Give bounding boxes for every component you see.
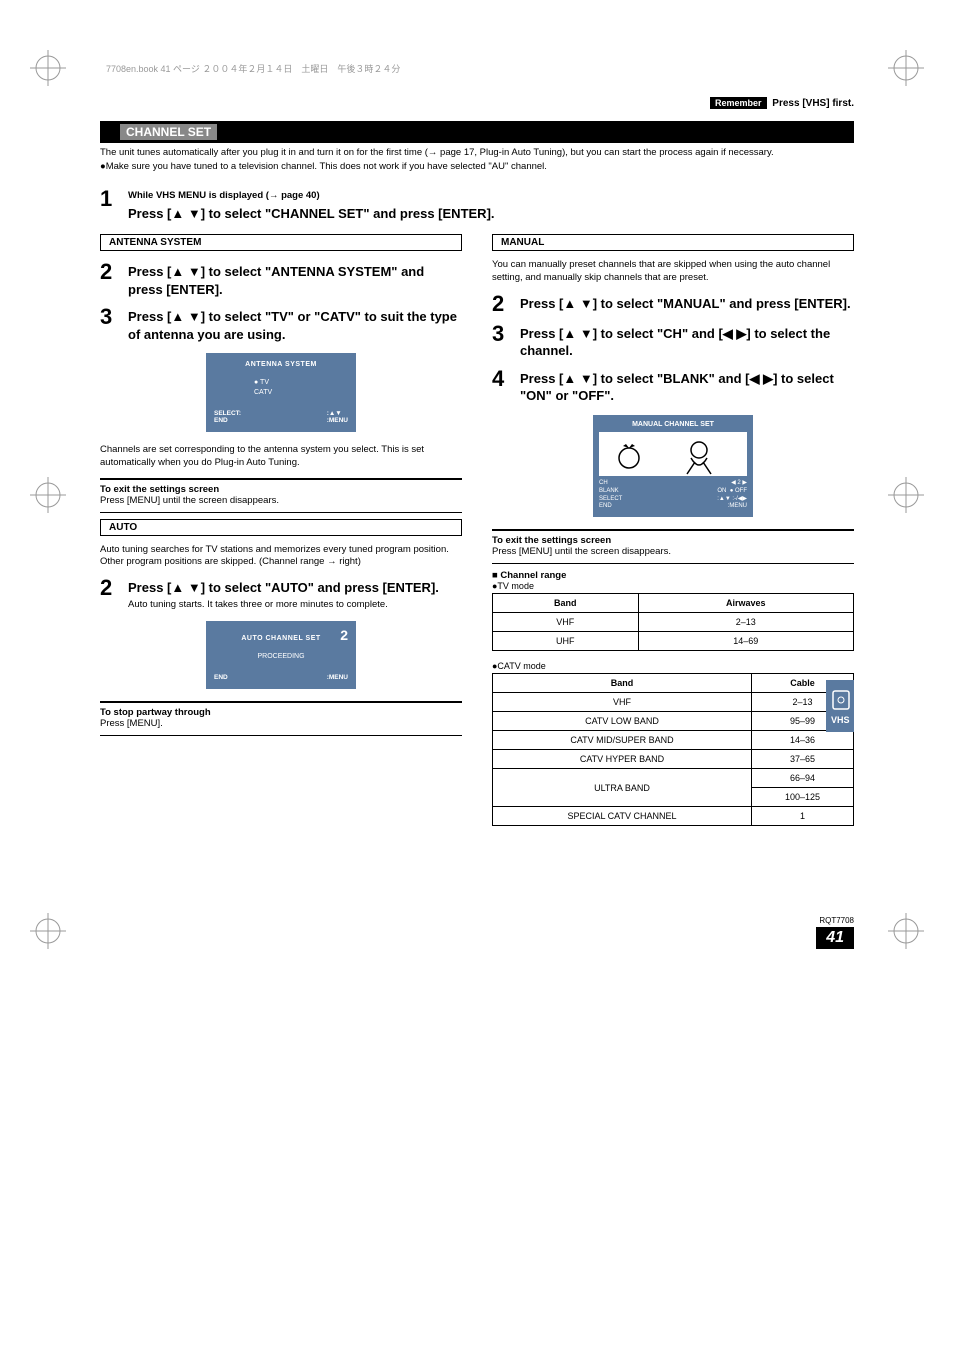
auto-intro: Auto tuning searches for TV stations and… [100,544,462,570]
exit-body: Press [MENU] until the screen disappears… [100,495,462,506]
osd-blank-on: ON [717,488,726,494]
osd-title: ANTENNA SYSTEM [214,361,348,368]
section-bar: CHANNEL SET [100,121,854,143]
manual-step-4: 4 Press [▲ ▼] to select "BLANK" and [◀ ▶… [492,366,854,405]
osd-auto-channel-set: 2 AUTO CHANNEL SET PROCEEDING END :MENU [206,621,356,689]
osd-foot-left: END [214,674,228,681]
step-sub: Auto tuning starts. It takes three or mo… [128,599,462,611]
step-main: Press [▲ ▼] to select "ANTENNA SYSTEM" a… [128,263,462,298]
osd-option-catv: CATV [254,388,348,398]
osd-foot-right: :▲▼ :MENU [327,410,348,424]
table-row: CATV LOW BAND95–99 [493,712,854,731]
manual-step-2: 2 Press [▲ ▼] to select "MANUAL" and pre… [492,291,854,315]
channel-range-heading: Channel range [492,570,854,581]
remember-row: Remember Press [VHS] first. [100,97,854,109]
print-mark-icon [30,913,66,949]
vhs-cassette-icon [831,689,851,711]
exit-body: Press [MENU] until the screen disappears… [492,546,854,557]
tv-mode-label: ●TV mode [492,581,854,591]
intro-line-1: The unit tunes automatically after you p… [100,147,854,160]
th-band: Band [493,594,639,613]
step-main: Press [▲ ▼] to select "BLANK" and [◀ ▶] … [520,370,854,405]
table-row: VHF2–13 [493,613,854,632]
step-pretext: While VHS MENU is displayed (→ page 40) [128,190,854,201]
heading-auto: AUTO [100,519,462,536]
table-row: ULTRA BAND66–94 [493,769,854,788]
antenna-step-3: 3 Press [▲ ▼] to select "TV" or "CATV" t… [100,304,462,343]
osd-foot-left: SELECT: END [214,410,241,424]
osd-select-label: SELECT [599,496,622,504]
osd-preview-icon [599,432,747,476]
remember-badge: Remember [710,97,767,109]
intro-line-2: ●Make sure you have tuned to a televisio… [100,161,854,174]
step-number: 4 [492,366,520,390]
step-number: 1 [100,186,128,210]
stop-body: Press [MENU]. [100,718,462,729]
step-main: Press [▲ ▼] to select "CHANNEL SET" and … [128,205,854,223]
table-row: SPECIAL CATV CHANNEL1 [493,807,854,826]
tv-mode-table: BandAirwaves VHF2–13 UHF14–69 [492,593,854,651]
page-number: 41 [816,927,854,949]
doc-code: RQT7708 [100,916,854,925]
print-mark-icon [30,50,66,86]
step-1: 1 While VHS MENU is displayed (→ page 40… [100,186,854,223]
osd-ch-label: CH [599,480,608,488]
print-mark-icon [888,50,924,86]
osd-end-label: END [599,503,612,511]
osd-select-keys: :▲▼ :-/◀▶ [717,496,747,504]
osd-blank-label: BLANK [599,488,619,496]
osd-title: AUTO CHANNEL SET [214,635,348,642]
osd-body: PROCEEDING [214,652,348,662]
th-band: Band [493,674,752,693]
table-row: VHF2–13 [493,693,854,712]
page-footer: RQT7708 41 [100,916,854,949]
step-main: Press [▲ ▼] to select "AUTO" and press [… [128,579,462,597]
osd-blank-off: ● OFF [730,488,747,494]
step-main: Press [▲ ▼] to select "MANUAL" and press… [520,295,854,313]
osd-manual-channel-set: MANUAL CHANNEL SET CH◀ 2 ▶ BLANKON ● OFF… [593,415,753,517]
left-column: ANTENNA SYSTEM 2 Press [▲ ▼] to select "… [100,234,462,836]
heading-antenna: ANTENNA SYSTEM [100,234,462,251]
osd-channel-num: 2 [340,627,348,643]
th-airwaves: Airwaves [638,594,853,613]
table-row: CATV HYPER BAND37–65 [493,750,854,769]
osd-end-key: :MENU [728,503,747,511]
catv-mode-table: BandCable VHF2–13 CATV LOW BAND95–99 CAT… [492,673,854,826]
vhs-side-tab: VHS [826,680,854,732]
step-number: 2 [100,259,128,283]
section-title: CHANNEL SET [120,124,217,140]
stop-head: To stop partway through [100,707,462,718]
step-number: 3 [492,321,520,345]
table-row: UHF14–69 [493,632,854,651]
manual-intro: You can manually preset channels that ar… [492,259,854,285]
vhs-label: VHS [831,715,850,725]
osd-ch-value: 2 [737,480,740,486]
step-number: 2 [492,291,520,315]
step-number: 2 [100,575,128,599]
exit-head: To exit the settings screen [492,535,854,546]
step-main: Press [▲ ▼] to select "TV" or "CATV" to … [128,308,462,343]
exit-head: To exit the settings screen [100,484,462,495]
print-mark-icon [30,477,66,513]
intro-text: The unit tunes automatically after you p… [100,147,854,174]
step-number: 3 [100,304,128,328]
right-column: MANUAL You can manually preset channels … [492,234,854,836]
antenna-note: Channels are set corresponding to the an… [100,444,462,470]
osd-foot-right: :MENU [327,674,348,681]
print-mark-icon [888,477,924,513]
remember-text: Press [VHS] first. [772,98,854,109]
osd-title: MANUAL CHANNEL SET [599,421,747,428]
osd-antenna-system: ANTENNA SYSTEM ● TV CATV SELECT: END :▲▼… [206,353,356,432]
running-header: 7708en.book 41 ページ ２００４年２月１４日 土曜日 午後３時２４… [100,60,406,77]
osd-option-tv: ● TV [254,378,348,388]
table-row: CATV MID/SUPER BAND14–36 [493,731,854,750]
heading-manual: MANUAL [492,234,854,251]
step-main: Press [▲ ▼] to select "CH" and [◀ ▶] to … [520,325,854,360]
auto-step-2: 2 Press [▲ ▼] to select "AUTO" and press… [100,575,462,611]
catv-mode-label: ●CATV mode [492,661,854,671]
print-mark-icon [888,913,924,949]
antenna-step-2: 2 Press [▲ ▼] to select "ANTENNA SYSTEM"… [100,259,462,298]
manual-step-3: 3 Press [▲ ▼] to select "CH" and [◀ ▶] t… [492,321,854,360]
